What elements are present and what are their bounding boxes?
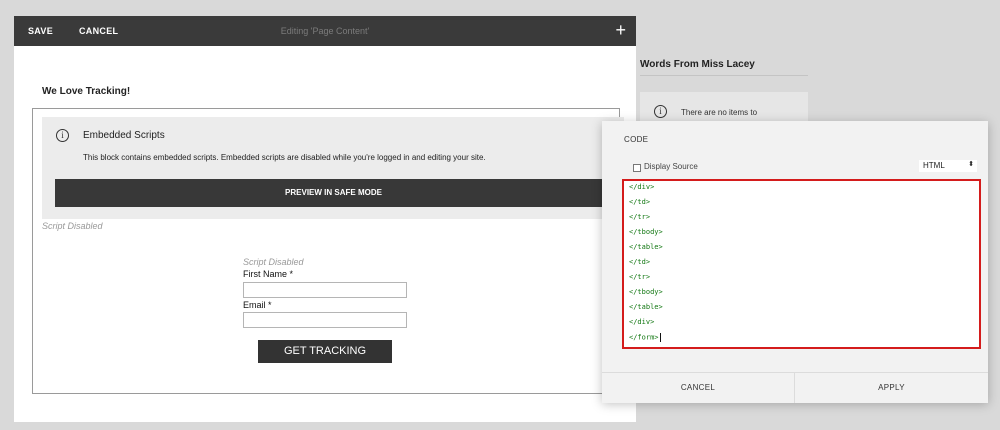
email-field[interactable] xyxy=(243,312,407,328)
get-tracking-button[interactable]: GET TRACKING xyxy=(258,340,392,363)
select-arrows-icon: ⬍ xyxy=(968,161,974,168)
save-button[interactable]: SAVE xyxy=(28,16,53,46)
apply-button[interactable]: APPLY xyxy=(795,373,988,403)
preview-safe-mode-button[interactable]: PREVIEW IN SAFE MODE xyxy=(55,179,612,207)
cancel-button[interactable]: CANCEL xyxy=(79,16,118,46)
code-line: </tbody> xyxy=(629,228,663,236)
editor-panel: Editing 'Page Content' SAVE CANCEL + We … xyxy=(14,16,636,422)
email-label: Email * xyxy=(243,300,272,310)
code-line: </table> xyxy=(629,303,663,311)
form-script-disabled-label: Script Disabled xyxy=(243,257,304,267)
code-line: </tr> xyxy=(629,213,651,221)
embedded-scripts-notice: i Embedded Scripts This block contains e… xyxy=(42,117,624,219)
code-cancel-button[interactable]: CANCEL xyxy=(602,373,794,403)
first-name-label: First Name * xyxy=(243,269,294,279)
info-icon: i xyxy=(654,105,667,118)
code-line: </td> xyxy=(629,258,651,266)
code-line-text: </form> xyxy=(629,333,659,342)
embed-description: This block contains embedded scripts. Em… xyxy=(83,153,486,162)
code-dialog-footer: CANCEL APPLY xyxy=(602,372,988,403)
page-heading: We Love Tracking! xyxy=(42,86,131,97)
add-block-icon[interactable]: + xyxy=(615,16,626,46)
first-name-field[interactable] xyxy=(243,282,407,298)
code-mode-value: HTML xyxy=(923,161,945,170)
sidebar-title: Words From Miss Lacey xyxy=(640,59,755,70)
code-line-last: </form> xyxy=(629,333,661,342)
code-line: </tbody> xyxy=(629,288,663,296)
sidebar-empty-text: There are no items to xyxy=(681,108,758,117)
display-source-checkbox[interactable] xyxy=(633,164,641,172)
script-disabled-label: Script Disabled xyxy=(42,221,103,231)
code-dialog-title: CODE xyxy=(624,135,649,144)
code-line: </tr> xyxy=(629,273,651,281)
code-line: </td> xyxy=(629,198,651,206)
code-dialog: CODE Display Source HTML ⬍ </div> </td> … xyxy=(602,121,988,403)
editor-toolbar: Editing 'Page Content' SAVE CANCEL + xyxy=(14,16,636,46)
code-line: </table> xyxy=(629,243,663,251)
code-mode-select[interactable]: HTML ⬍ xyxy=(919,160,977,172)
info-icon: i xyxy=(56,129,69,142)
display-source-label[interactable]: Display Source xyxy=(644,162,698,171)
sidebar-divider xyxy=(640,75,808,76)
code-editor[interactable]: </div> </td> </tr> </tbody> </table> </t… xyxy=(622,179,981,349)
code-line: </div> xyxy=(629,318,655,326)
code-line: </div> xyxy=(629,183,655,191)
text-cursor xyxy=(659,333,661,342)
embed-title: Embedded Scripts xyxy=(83,130,165,141)
